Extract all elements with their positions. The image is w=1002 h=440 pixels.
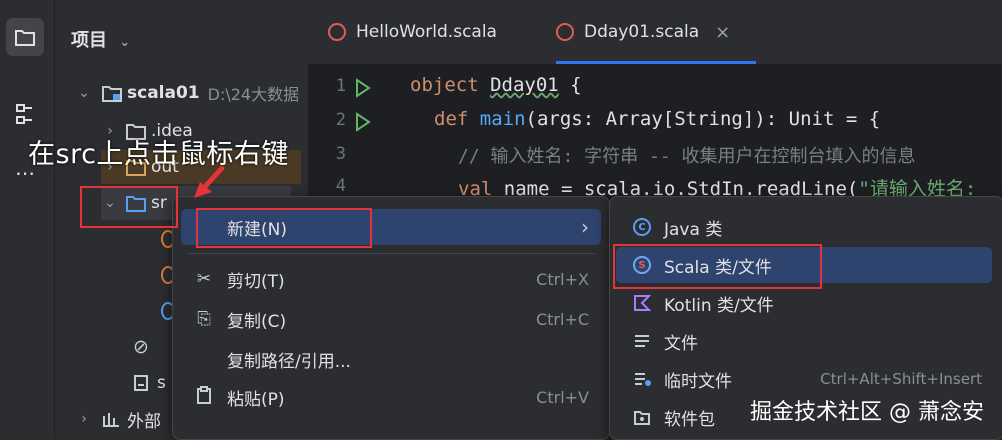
- run-icon[interactable]: [354, 78, 372, 98]
- project-tool-button[interactable]: [6, 18, 44, 56]
- menu-item-label: 文件: [664, 333, 698, 354]
- chevron-down-icon: ⌄: [119, 35, 131, 50]
- menu-item-label: 软件包: [664, 409, 715, 430]
- tree-item-gitignore[interactable]: ⊘: [133, 330, 149, 364]
- code-comment[interactable]: // 输入姓名: 字符串 -- 收集用户在控制台填入的信息: [458, 142, 916, 168]
- java-class-icon: C: [628, 218, 656, 236]
- scala-file-icon: [328, 23, 346, 41]
- tree-item-external-libraries[interactable]: › 外部: [75, 402, 161, 436]
- line-number: 1: [335, 76, 346, 96]
- clipboard-icon: [189, 385, 219, 409]
- chevron-down-icon: ⌄: [78, 85, 90, 101]
- structure-icon: [16, 104, 32, 124]
- menu-item-label: 复制路径/引用...: [227, 351, 351, 372]
- annotation-text: 在src上点击鼠标右键: [28, 139, 289, 170]
- project-panel-header[interactable]: 项目 ⌄: [71, 26, 130, 52]
- tree-item-scala01[interactable]: ⌄ scala01 D:\24大数据: [75, 76, 299, 110]
- folder-icon: [15, 30, 35, 46]
- chevron-right-icon: ›: [581, 215, 589, 239]
- line-number: 2: [335, 110, 346, 130]
- package-icon: [628, 408, 656, 426]
- identifier: Dday01: [490, 74, 559, 96]
- menu-item-shortcut: Ctrl+X: [536, 269, 589, 289]
- tab-label: HelloWorld.scala: [356, 22, 497, 42]
- keyword: def: [434, 108, 480, 130]
- chevron-right-icon: ›: [81, 411, 87, 427]
- line-number: 4: [335, 176, 346, 196]
- menu-item-label: 临时文件: [664, 371, 732, 392]
- keyword: object: [410, 74, 491, 96]
- submenu-item-scratch-file[interactable]: 临时文件 Ctrl+Alt+Shift+Insert: [616, 361, 992, 397]
- menu-item-cut[interactable]: ✂ 剪切(T) Ctrl+X: [181, 261, 601, 297]
- code-line-1[interactable]: object Dday01 {: [410, 74, 582, 96]
- structure-tool-button[interactable]: [6, 96, 44, 134]
- code-line-2[interactable]: def main(args: Array[String]): Unit = {: [434, 108, 880, 130]
- submenu-item-file[interactable]: 文件: [616, 323, 992, 359]
- close-icon[interactable]: ×: [715, 22, 730, 43]
- menu-item-shortcut: Ctrl+C: [535, 309, 589, 329]
- copy-icon: ⎘: [197, 309, 211, 329]
- annotation-box-scala: [613, 244, 822, 289]
- project-panel-title: 项目: [71, 30, 107, 51]
- code-text: (args: Array[String]): Unit = {: [525, 108, 881, 130]
- menu-item-paste[interactable]: 粘贴(P) Ctrl+V: [181, 379, 601, 415]
- submenu-item-java-class[interactable]: C Java 类: [616, 209, 992, 245]
- annotation-box-src: [80, 186, 178, 228]
- active-tab-indicator: [556, 61, 756, 64]
- annotation-box-new: [196, 208, 372, 248]
- menu-item-shortcut: Ctrl+Alt+Shift+Insert: [820, 370, 982, 388]
- scratch-file-icon: [628, 370, 656, 388]
- menu-item-label: 剪切(T): [227, 271, 285, 292]
- module-folder-icon: [102, 86, 122, 102]
- tab-dday01[interactable]: Dday01.scala ×: [556, 0, 756, 64]
- run-icon[interactable]: [354, 112, 372, 132]
- menu-item-label: Kotlin 类/文件: [664, 295, 774, 316]
- library-icon: [103, 413, 119, 427]
- tab-label: Dday01.scala: [584, 22, 700, 42]
- file-icon: [134, 375, 148, 391]
- scala-file-icon: [556, 23, 574, 41]
- text-file-icon: [628, 333, 656, 349]
- tree-item-label: 外部: [127, 411, 161, 432]
- line-number: 3: [335, 144, 346, 164]
- kotlin-icon: [628, 294, 656, 312]
- menu-item-label: 粘贴(P): [227, 389, 285, 410]
- tool-window-strip: ⋯: [0, 0, 55, 438]
- ignored-file-icon: ⊘: [133, 336, 149, 358]
- submenu-item-kotlin-class[interactable]: Kotlin 类/文件: [616, 285, 992, 321]
- watermark: 掘金技术社区 @ 萧念安: [750, 400, 984, 425]
- tree-item-s[interactable]: s: [133, 366, 166, 400]
- menu-item-copy-path[interactable]: 复制路径/引用...: [181, 341, 601, 377]
- tree-item-label: s: [157, 373, 166, 393]
- menu-item-copy[interactable]: ⎘ 复制(C) Ctrl+C: [181, 301, 601, 337]
- scissors-icon: ✂: [196, 269, 212, 289]
- tree-item-label: scala01: [127, 83, 200, 103]
- function-name: main: [479, 108, 526, 130]
- tree-item-path: D:\24大数据: [207, 85, 300, 104]
- menu-item-label: Java 类: [664, 219, 723, 240]
- menu-item-shortcut: Ctrl+V: [536, 387, 589, 407]
- code-text: {: [558, 74, 582, 96]
- tab-helloworld[interactable]: HelloWorld.scala: [328, 0, 497, 64]
- editor-tab-bar: HelloWorld.scala Dday01.scala ×: [308, 0, 1002, 65]
- menu-item-label: 复制(C): [227, 311, 287, 332]
- menu-separator: [187, 253, 595, 254]
